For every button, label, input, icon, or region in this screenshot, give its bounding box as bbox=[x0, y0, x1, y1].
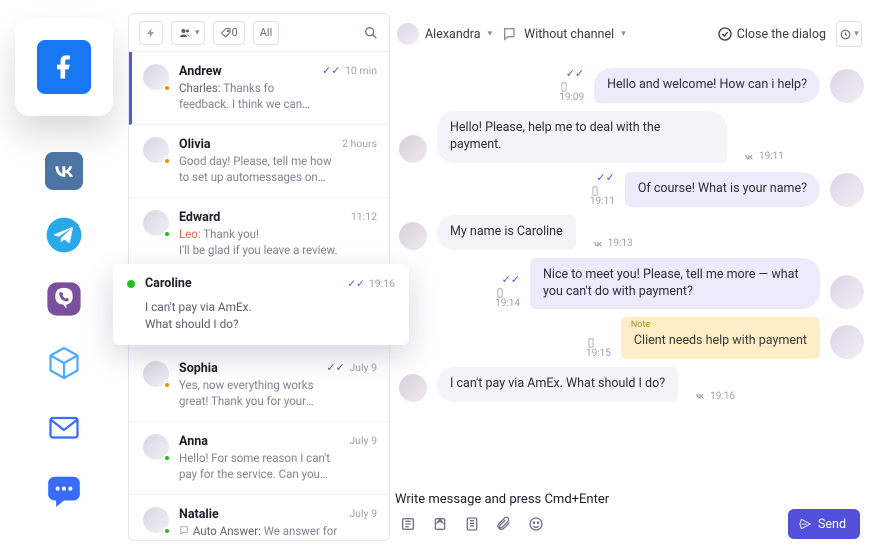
message-meta: ✓✓ 19:11 bbox=[590, 171, 615, 207]
conversation-snippet: Good day! Please, tell me how to set up … bbox=[179, 154, 332, 185]
message-bubble: I can't pay via AmEx. What should I do? bbox=[437, 367, 678, 402]
conversation-item[interactable]: Anna Hello! For some reason I can't pay f… bbox=[129, 422, 389, 495]
message-meta: ✓✓ 19:09 bbox=[559, 67, 584, 103]
customer-avatar bbox=[399, 374, 427, 402]
conversation-time: 11:12 bbox=[351, 210, 377, 258]
bolt-button[interactable] bbox=[139, 21, 163, 45]
conversation-snippet: Leo: Thank you!I'll be glad if you leave… bbox=[179, 227, 341, 258]
snooze-button[interactable]: ▾ bbox=[836, 21, 862, 47]
avatar bbox=[143, 210, 169, 236]
all-filter[interactable]: All bbox=[253, 21, 280, 45]
conversation-item[interactable]: Olivia Good day! Please, tell me how to s… bbox=[129, 125, 389, 198]
emoji-icon[interactable] bbox=[527, 515, 545, 533]
message-meta: 19:13 bbox=[592, 238, 633, 250]
channel-icon bbox=[502, 26, 518, 42]
conversation-item[interactable]: Andrew Charles: Thanks fo feedback. I thi… bbox=[129, 52, 389, 125]
message-bubble: Hello! Please, help me to deal with the … bbox=[437, 111, 727, 163]
conversation-name: Andrew bbox=[179, 64, 312, 79]
telegram-icon[interactable] bbox=[45, 216, 83, 254]
conversation-item[interactable]: Sophia Yes, now everything works great! T… bbox=[129, 349, 389, 422]
message-bubble: Nice to meet you! Please, tell me more —… bbox=[530, 258, 820, 310]
sms-icon[interactable] bbox=[45, 472, 83, 510]
template-icon[interactable] bbox=[431, 515, 449, 533]
chat-header: Alexandra▾ Without channel▾ Close the di… bbox=[395, 13, 864, 55]
conversation-name: Sophia bbox=[179, 361, 316, 376]
tag-filter[interactable]: 0 bbox=[213, 21, 245, 45]
viber-icon[interactable] bbox=[45, 280, 83, 318]
assignee-filter[interactable]: ▾ bbox=[171, 21, 205, 45]
conversation-snippet: Auto Answer: We answer for 15 minutes. T… bbox=[179, 524, 339, 540]
list-toolbar: ▾ 0 All bbox=[129, 14, 389, 52]
conversation-name: Olivia bbox=[179, 137, 332, 152]
rail-card bbox=[15, 18, 113, 116]
operator-selector[interactable]: Alexandra▾ bbox=[397, 23, 492, 45]
conversation-name: Natalie bbox=[179, 507, 339, 522]
search-icon[interactable] bbox=[363, 25, 379, 41]
message-row: ✓✓ 19:11 Of course! What is your name? bbox=[399, 171, 864, 207]
message-meta: 19:16 bbox=[694, 390, 735, 402]
conversation-name: Edward bbox=[179, 210, 341, 225]
chat-panel: Alexandra▾ Without channel▾ Close the di… bbox=[395, 13, 864, 541]
composer-placeholder[interactable]: Write message and press Cmd+Enter bbox=[395, 492, 864, 507]
operator-avatar bbox=[397, 23, 419, 45]
conversation-name: Anna bbox=[179, 434, 339, 449]
message-meta: 19:11 bbox=[743, 151, 784, 163]
agent-avatar bbox=[830, 325, 864, 359]
agent-avatar bbox=[830, 69, 864, 103]
composer-toolbar: Send bbox=[395, 507, 864, 541]
message-bubble: Client needs help with payment bbox=[621, 317, 820, 359]
channel-label: Without channel bbox=[524, 27, 614, 42]
customer-avatar bbox=[399, 135, 427, 163]
avatar bbox=[143, 361, 169, 387]
cube-icon[interactable] bbox=[45, 344, 83, 382]
conversation-item-caroline-floating[interactable]: Caroline ✓✓19:16 I can't pay via AmEx.Wh… bbox=[113, 264, 409, 345]
conversation-item[interactable]: Natalie Auto Answer: We answer for 15 mi… bbox=[129, 495, 389, 540]
conversation-snippet: Yes, now everything works great! Thank y… bbox=[179, 378, 316, 409]
avatar bbox=[143, 137, 169, 163]
conversation-time: 2 hours bbox=[342, 137, 377, 185]
channel-selector[interactable]: Without channel▾ bbox=[502, 26, 626, 42]
conversation-item[interactable]: Edward Leo: Thank you!I'll be glad if you… bbox=[129, 198, 389, 271]
message-row: My name is Caroline 19:13 bbox=[399, 215, 864, 250]
facebook-icon[interactable] bbox=[37, 40, 91, 94]
message-bubble: My name is Caroline bbox=[437, 215, 576, 250]
message-bubble: Hello and welcome! How can i help? bbox=[594, 68, 820, 103]
channel-rail bbox=[0, 0, 128, 553]
message-thread[interactable]: ✓✓ 19:09 Hello and welcome! How can i hel… bbox=[395, 55, 864, 492]
message-row: 19:15 Client needs help with payment bbox=[399, 317, 864, 359]
attachment-icon[interactable] bbox=[495, 515, 513, 533]
message-row: Hello! Please, help me to deal with the … bbox=[399, 111, 864, 163]
agent-avatar bbox=[830, 173, 864, 207]
conversation-time: July 9 bbox=[349, 434, 377, 482]
avatar bbox=[143, 64, 169, 90]
article-icon[interactable] bbox=[463, 515, 481, 533]
message-row: ✓✓ 19:14 Nice to meet you! Please, tell m… bbox=[399, 258, 864, 310]
close-dialog-button[interactable]: Close the dialog bbox=[717, 26, 826, 42]
conversation-snippet: Hello! For some reason I can't pay for t… bbox=[179, 451, 339, 482]
mail-icon[interactable] bbox=[45, 408, 83, 446]
message-bubble: Of course! What is your name? bbox=[625, 172, 820, 207]
message-meta: 19:15 bbox=[586, 338, 611, 359]
check-circle-icon bbox=[717, 26, 733, 42]
customer-avatar bbox=[399, 222, 427, 250]
avatar bbox=[143, 507, 169, 533]
avatar bbox=[143, 434, 169, 460]
conversation-name: Caroline bbox=[145, 276, 192, 291]
send-button[interactable]: Send bbox=[788, 509, 860, 539]
agent-avatar bbox=[830, 275, 864, 309]
conversation-snippet: I can't pay via AmEx.What should I do? bbox=[145, 299, 395, 333]
conversation-time: July 9 bbox=[349, 507, 377, 540]
conversation-snippet: Charles: Thanks fo feedback. I think we … bbox=[179, 81, 312, 112]
vk-icon[interactable] bbox=[45, 152, 83, 190]
message-row: I can't pay via AmEx. What should I do? … bbox=[399, 367, 864, 402]
conversation-time: ✓✓ 10 min bbox=[322, 64, 377, 112]
message-row: ✓✓ 19:09 Hello and welcome! How can i hel… bbox=[399, 67, 864, 103]
online-status-dot bbox=[127, 280, 135, 288]
note-icon[interactable] bbox=[399, 515, 417, 533]
conversation-time: ✓✓ July 9 bbox=[326, 361, 377, 409]
message-meta: ✓✓ 19:14 bbox=[495, 273, 520, 309]
operator-name: Alexandra bbox=[425, 27, 481, 42]
